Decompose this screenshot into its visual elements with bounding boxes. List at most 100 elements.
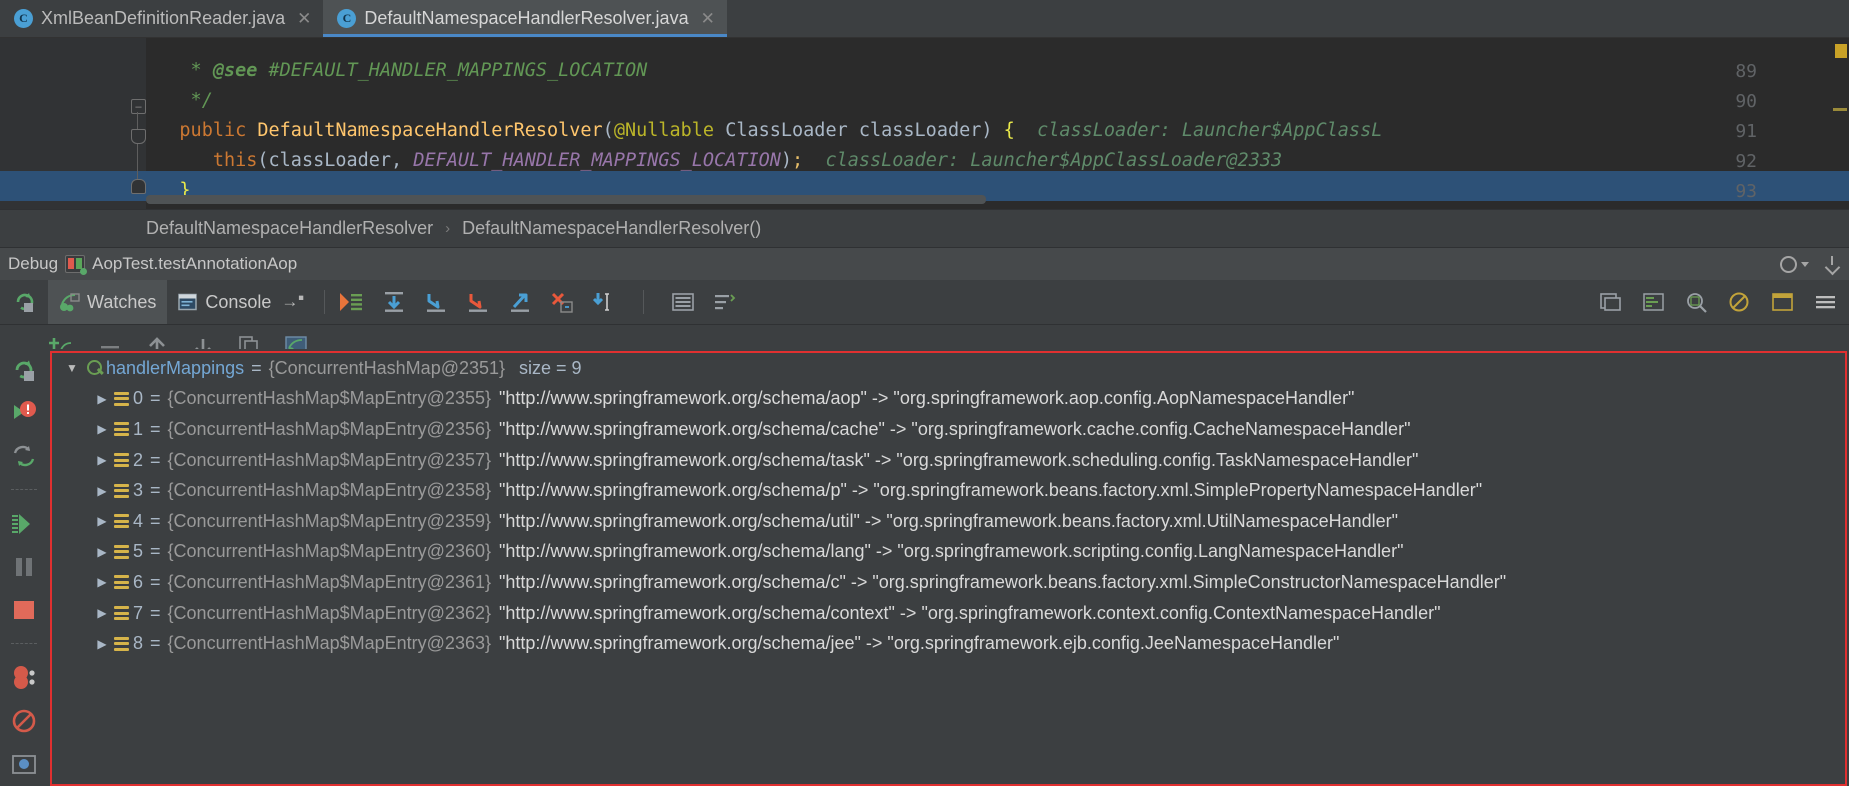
equals-sign: = [150,449,161,470]
breadcrumb-item-class[interactable]: DefaultNamespaceHandlerResolver [146,218,433,239]
hamburger-icon[interactable] [1814,291,1837,313]
expand-twisty-icon[interactable]: ▶ [90,637,114,651]
code-token: @see [212,60,258,81]
entry-index: 3 [133,480,144,501]
idea-debugger-window: C XmlBeanDefinitionReader.java ✕ C Defau… [0,0,1849,786]
expand-twisty-icon[interactable]: ▶ [90,514,114,528]
step-over-icon[interactable] [382,291,406,313]
map-entry-icon [114,544,129,559]
expand-twisty-icon[interactable]: ▶ [90,453,114,467]
show-execution-point-icon[interactable] [338,291,364,313]
settings-camera-icon[interactable] [11,751,37,777]
editor-tab-xmlbeandefinitionreader[interactable]: C XmlBeanDefinitionReader.java ✕ [0,0,323,37]
restart-icon[interactable] [11,443,37,469]
entry-value: "http://www.springframework.org/schema/a… [499,388,1355,409]
mute-breakpoints-icon[interactable] [1728,291,1751,313]
debug-session-name[interactable]: AopTest.testAnnotationAop [92,254,297,274]
expand-twisty-icon[interactable]: ▶ [90,545,114,559]
step-into-icon[interactable] [424,291,448,313]
watch-size-label: size = 9 [519,357,582,378]
entry-value: "http://www.springframework.org/schema/j… [499,633,1340,654]
watch-entry-row[interactable]: ▶ 4 = {ConcurrentHashMap$MapEntry@2359} "htt… [52,506,1845,537]
fold-region-start-icon[interactable] [131,129,146,144]
line-number: 92 [1735,151,1757,172]
code-line-90: */ [146,86,213,116]
map-entry-icon [114,422,129,437]
watch-entry-row[interactable]: ▶ 2 = {ConcurrentHashMap$MapEntry@2357} "htt… [52,445,1845,476]
expand-twisty-icon[interactable]: ▶ [90,606,114,620]
editor-tab-label: DefaultNamespaceHandlerResolver.java [364,8,689,28]
code-editor[interactable]: 89 90 91 92 93 94 − * @see #DEFAULT_HAND… [0,38,1849,209]
toolbar-separator [323,290,325,314]
watch-entry-row[interactable]: ▶ 0 = {ConcurrentHashMap$MapEntry@2355} "htt… [52,384,1845,415]
inline-parameter-hint: classLoader: Launcher$AppClassLoader@233… [803,150,1283,171]
entry-index: 1 [133,418,144,439]
watches-icon [60,292,80,311]
editor-tabbar: C XmlBeanDefinitionReader.java ✕ C Defau… [0,0,1849,38]
run-to-cursor-icon[interactable] [592,291,616,313]
expand-twisty-icon[interactable]: ▶ [90,484,114,498]
step-over-green-icon[interactable] [10,511,38,537]
watches-tree[interactable]: ▼ handlerMappings = {ConcurrentHashMap@2351… [50,351,1847,786]
fold-collapse-icon[interactable]: − [131,99,146,114]
editor-warning-marker[interactable] [1835,44,1847,58]
watch-root-row[interactable]: ▼ handlerMappings = {ConcurrentHashMap@2351… [52,353,1845,384]
inspect-icon[interactable] [1685,291,1708,313]
force-step-into-icon[interactable] [466,291,490,313]
close-icon[interactable]: ✕ [297,10,311,27]
tab-console[interactable]: Console →■ [167,280,314,324]
entry-value: "http://www.springframework.org/schema/c… [499,418,1411,439]
resume-program-icon[interactable] [11,400,37,426]
watch-entry-row[interactable]: ▶ 3 = {ConcurrentHashMap$MapEntry@2358} "htt… [52,475,1845,506]
code-token: ; [792,150,804,171]
console-toggle-icon[interactable] [1771,291,1794,313]
code-token: this [212,150,258,171]
watch-entry-row[interactable]: ▶ 5 = {ConcurrentHashMap$MapEntry@2360} "htt… [52,537,1845,568]
code-line-91: public DefaultNamespaceHandlerResolver(@… [146,116,1382,146]
code-token: @Nullable [613,120,715,141]
filter-icon[interactable] [713,291,737,313]
line-number: 90 [1735,91,1757,112]
pause-program-icon[interactable] [11,554,37,580]
collapse-twisty-icon[interactable]: ▼ [60,361,84,375]
editor-change-marker[interactable] [1833,108,1847,111]
rerun-debugger-icon[interactable] [11,357,37,383]
layout-arrow-icon[interactable]: →■ [281,292,303,312]
console-icon [178,293,198,310]
restore-layout-icon[interactable] [1599,291,1622,313]
settings-button[interactable] [1780,255,1809,273]
watch-entry-row[interactable]: ▶ 6 = {ConcurrentHashMap$MapEntry@2361} "htt… [52,567,1845,598]
rerun-program-icon[interactable] [0,290,48,314]
close-icon[interactable]: ✕ [701,10,715,27]
code-token: DefaultNamespaceHandlerResolver [257,120,603,141]
tab-watches[interactable]: Watches [48,280,168,324]
settings-layout-icon[interactable] [1642,291,1665,313]
mute-breakpoints-icon[interactable] [11,708,37,734]
expand-twisty-icon[interactable]: ▶ [90,422,114,436]
editor-horizontal-scrollbar[interactable] [146,195,986,204]
expand-twisty-icon[interactable]: ▶ [90,575,114,589]
code-token: * [146,60,213,81]
tab-console-label: Console [205,291,272,312]
drop-frame-icon[interactable] [550,291,574,313]
watch-entry-row[interactable]: ▶ 8 = {ConcurrentHashMap$MapEntry@2363} "htt… [52,628,1845,659]
watch-entry-row[interactable]: ▶ 1 = {ConcurrentHashMap$MapEntry@2356} "htt… [52,414,1845,445]
fold-region-end-icon[interactable] [131,179,146,194]
editor-tab-defaultnamespacehandlerresolver[interactable]: C DefaultNamespaceHandlerResolver.java ✕ [323,0,728,37]
entry-type: {ConcurrentHashMap$MapEntry@2357} [167,449,491,470]
step-out-icon[interactable] [508,291,532,313]
watch-entry-row[interactable]: ▶ 7 = {ConcurrentHashMap$MapEntry@2362} "htt… [52,598,1845,629]
download-icon[interactable] [1825,256,1839,272]
entry-value: "http://www.springframework.org/schema/p… [499,480,1483,501]
entry-index: 2 [133,449,144,470]
expand-twisty-icon[interactable]: ▶ [90,392,114,406]
view-breakpoints-icon[interactable] [11,665,37,691]
entry-value: "http://www.springframework.org/schema/l… [499,541,1404,562]
evaluate-expression-icon[interactable] [671,291,695,313]
editor-tab-label: XmlBeanDefinitionReader.java [41,8,286,28]
tab-watches-label: Watches [87,291,157,312]
code-token: ) [780,150,793,171]
stop-program-icon[interactable] [11,597,37,623]
breadcrumb-item-method[interactable]: DefaultNamespaceHandlerResolver() [462,218,761,239]
